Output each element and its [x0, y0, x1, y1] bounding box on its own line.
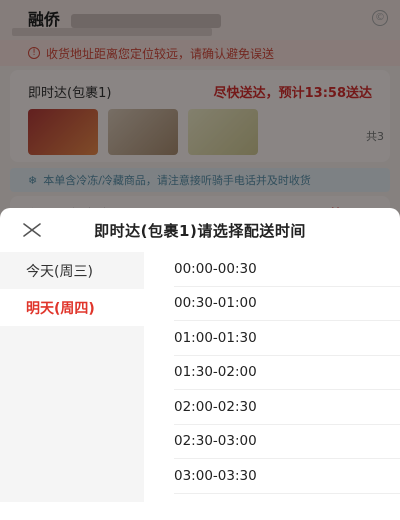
delivery-time-sheet: 即时达(包裹1)请选择配送时间 今天(周三) 明天(周四) 00:00-00:3…: [0, 208, 400, 520]
time-slot-label: 02:30-03:00: [174, 433, 257, 450]
day-option-label: 明天(周四): [26, 300, 95, 317]
day-option-tomorrow[interactable]: 明天(周四): [0, 289, 144, 326]
time-slot-label: 01:30-02:00: [174, 364, 257, 381]
day-selector: 今天(周三) 明天(周四): [0, 252, 144, 502]
time-slot[interactable]: 02:30-03:00: [174, 425, 400, 459]
time-slot[interactable]: 01:30-02:00: [174, 356, 400, 390]
sheet-title: 即时达(包裹1)请选择配送时间: [94, 221, 306, 240]
time-slot-label: 03:00-03:30: [174, 467, 257, 484]
time-slot-label: 00:00-00:30: [174, 260, 257, 277]
time-slot[interactable]: 02:00-02:30: [174, 390, 400, 425]
time-slot-label: 01:00-01:30: [174, 329, 257, 346]
time-slot-label: 02:00-02:30: [174, 398, 257, 415]
time-slot-label: 00:30-01:00: [174, 295, 257, 312]
time-slot[interactable]: 00:00-00:30: [174, 252, 400, 287]
day-option-today[interactable]: 今天(周三): [0, 252, 144, 289]
time-slot[interactable]: 00:30-01:00: [174, 287, 400, 321]
close-icon: [23, 223, 41, 237]
time-slot[interactable]: 03:00-03:30: [174, 459, 400, 494]
sheet-header: 即时达(包裹1)请选择配送时间: [0, 208, 400, 252]
day-option-label: 今天(周三): [26, 263, 93, 280]
sheet-body: 今天(周三) 明天(周四) 00:00-00:30 00:30-01:00 01…: [0, 252, 400, 520]
time-slot-list: 00:00-00:30 00:30-01:00 01:00-01:30 01:3…: [144, 252, 400, 520]
close-button[interactable]: [22, 220, 42, 240]
time-slot[interactable]: 01:00-01:30: [174, 321, 400, 356]
